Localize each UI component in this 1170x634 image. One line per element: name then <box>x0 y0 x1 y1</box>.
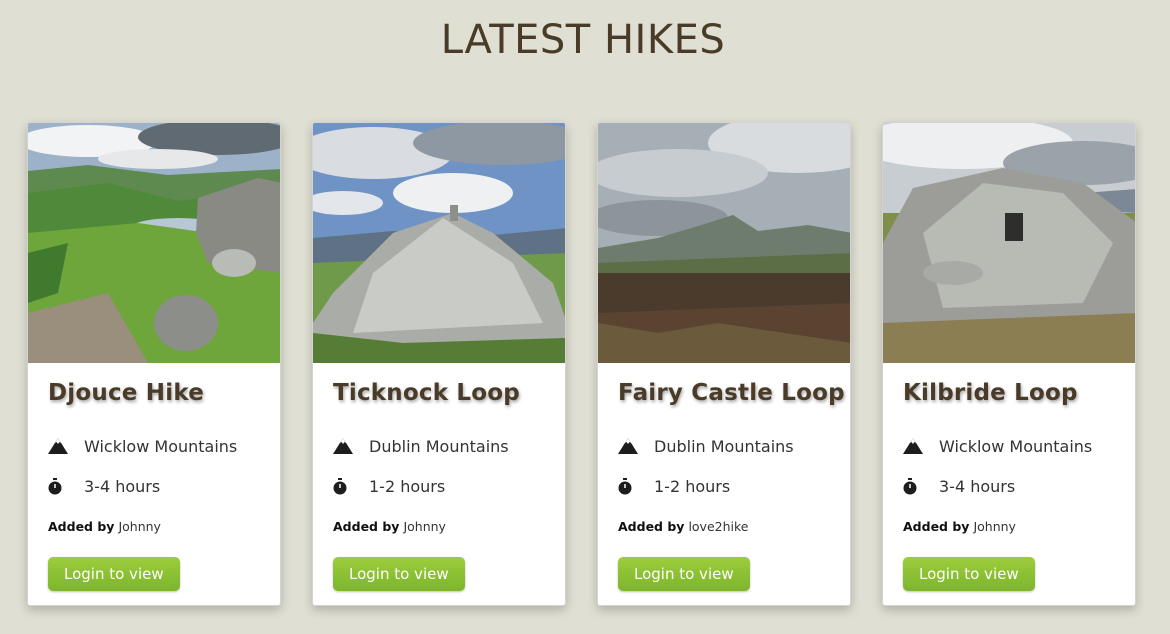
hike-title: Kilbride Loop <box>903 380 1078 406</box>
hike-card: Ticknock Loop Dublin Mountains 1-2 hours… <box>312 122 566 606</box>
hike-location: Dublin Mountains <box>618 434 794 458</box>
hike-card: Djouce Hike Wicklow Mountains 3-4 hours … <box>27 122 281 606</box>
hike-photo <box>883 123 1135 363</box>
added-by-label: Added by <box>333 519 400 534</box>
hike-duration: 3-4 hours <box>903 474 1015 498</box>
hike-duration-text: 1-2 hours <box>369 476 446 496</box>
hike-location: Wicklow Mountains <box>48 434 237 458</box>
hike-card: Fairy Castle Loop Dublin Mountains 1-2 h… <box>597 122 851 606</box>
added-by: Added by Johnny <box>48 519 161 534</box>
stopwatch-icon <box>903 474 927 498</box>
hike-title: Djouce Hike <box>48 380 205 406</box>
hike-location: Dublin Mountains <box>333 434 509 458</box>
hike-location-text: Dublin Mountains <box>369 436 509 456</box>
added-by-author: Johnny <box>973 519 1016 534</box>
hike-duration: 1-2 hours <box>618 474 730 498</box>
login-to-view-button[interactable]: Login to view <box>333 557 465 591</box>
login-to-view-button[interactable]: Login to view <box>48 557 180 591</box>
added-by-label: Added by <box>48 519 115 534</box>
added-by-author: Johnny <box>403 519 446 534</box>
hike-duration-text: 3-4 hours <box>939 476 1016 496</box>
hike-duration-text: 1-2 hours <box>654 476 731 496</box>
hike-card: Kilbride Loop Wicklow Mountains 3-4 hour… <box>882 122 1136 606</box>
hike-title: Fairy Castle Loop <box>618 380 845 406</box>
added-by-author: love2hike <box>688 519 749 534</box>
hike-photo <box>28 123 280 363</box>
hike-location-text: Wicklow Mountains <box>939 436 1093 456</box>
login-to-view-button[interactable]: Login to view <box>903 557 1035 591</box>
added-by-label: Added by <box>618 519 685 534</box>
mountain-icon <box>618 434 642 458</box>
hike-photo <box>598 123 850 363</box>
mountain-icon <box>48 434 72 458</box>
added-by: Added by Johnny <box>333 519 446 534</box>
hike-title: Ticknock Loop <box>333 380 520 406</box>
added-by: Added by Johnny <box>903 519 1016 534</box>
hike-location-text: Dublin Mountains <box>654 436 794 456</box>
stopwatch-icon <box>48 474 72 498</box>
hike-location-text: Wicklow Mountains <box>84 436 238 456</box>
hike-photo <box>313 123 565 363</box>
hike-duration: 1-2 hours <box>333 474 445 498</box>
hike-location: Wicklow Mountains <box>903 434 1092 458</box>
hike-duration: 3-4 hours <box>48 474 160 498</box>
login-to-view-button[interactable]: Login to view <box>618 557 750 591</box>
added-by-author: Johnny <box>118 519 161 534</box>
hike-duration-text: 3-4 hours <box>84 476 161 496</box>
mountain-icon <box>333 434 357 458</box>
stopwatch-icon <box>618 474 642 498</box>
stopwatch-icon <box>333 474 357 498</box>
added-by: Added by love2hike <box>618 519 748 534</box>
page-title: LATEST HIKES <box>440 17 726 63</box>
mountain-icon <box>903 434 927 458</box>
added-by-label: Added by <box>903 519 970 534</box>
